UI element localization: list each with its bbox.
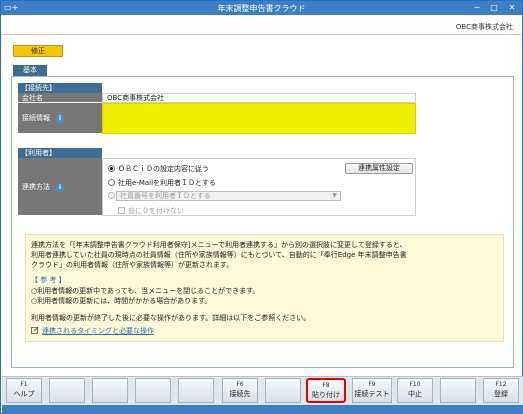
zero-prefix-checkbox: 前に０を付けない — [118, 206, 184, 216]
notice-line: クラウド」の利用者情報（住所や家族情報等）が更新されます。 — [31, 261, 234, 269]
window-title: 年末調整申告書クラウド — [217, 4, 306, 13]
mode-badge: 修正 — [13, 45, 63, 57]
radio-obcid[interactable]: ＯＢＣｉＤの設定内容に従う — [108, 164, 209, 174]
company-name-label: 会社名 — [18, 93, 102, 103]
close-icon[interactable]: ✕ — [505, 2, 519, 14]
f9-connection-test-button[interactable]: F9 接続テスト — [352, 378, 392, 403]
fkey-number: F1 — [20, 381, 28, 388]
connection-info-text: 接続情報 — [22, 114, 50, 122]
radio-obcid-label: ＯＢＣｉＤの設定内容に従う — [118, 165, 209, 173]
fkey-label: 貼り付け — [312, 391, 340, 399]
info-icon[interactable]: i — [56, 115, 64, 123]
radio-email-label: 社用e-Mailを利用者ＩＤとする — [118, 179, 216, 187]
f6-connection-button[interactable]: F6 接続先 — [222, 378, 258, 403]
company-name-value: OBC商事株式会社 — [102, 93, 416, 103]
employee-number-select-value: 社員番号を利用者ＩＤとする — [120, 192, 211, 200]
fkey-label: ヘルプ — [13, 390, 35, 398]
fkey-label: 中止 — [408, 390, 422, 398]
link-method-label: 連携方法 i — [18, 158, 102, 216]
f12-register-button[interactable]: F12 登録 — [483, 378, 519, 403]
fkey-label: 接続テスト — [354, 390, 390, 398]
fkey-number: F6 — [236, 381, 244, 388]
notice-line: 利用者連携していた社員の現時点の社員情報（住所や家族情報等）にもとづいて、自動的… — [31, 251, 407, 259]
fkey-label: 登録 — [494, 390, 508, 398]
fkey-label: 接続先 — [229, 390, 251, 398]
link-method-text: 連携方法 — [22, 183, 50, 191]
info-icon[interactable]: i — [56, 184, 64, 192]
reference-item: ○利用者情報の更新中であっても、当メニューを閉じることができます。 — [31, 287, 260, 295]
employee-number-select: 社員番号を利用者ＩＤとする ▼ — [116, 191, 341, 201]
reference-item: ○利用者情報の更新には、時間がかかる場合があります。 — [31, 297, 212, 305]
fkey-number: F10 — [409, 381, 421, 388]
f10-cancel-button[interactable]: F10 中止 — [397, 378, 433, 403]
f5-button[interactable] — [178, 378, 214, 403]
minimize-icon[interactable]: ─ — [470, 2, 484, 14]
radio-email[interactable]: 社用e-Mailを利用者ＩＤとする — [108, 178, 216, 188]
notice-line: 連携方法を「[年末調整申告書クラウド利用者保守]メニューで利用者連携する」から別… — [31, 241, 407, 249]
f3-button[interactable] — [92, 378, 128, 403]
fkey-number: F8 — [322, 382, 330, 389]
company-header: OBC商事株式会社 — [2, 15, 521, 35]
timing-link-row[interactable]: 連携されるタイミングと必要な操作 — [31, 326, 154, 336]
function-key-bar: F1 ヘルプ F6 接続先 F8 貼り付け F9 接続テスト F10 中止 F12 登録 — [2, 376, 523, 414]
notice-after-text: 利用者情報の更新が終了した後に必要な操作があります。詳細は以下をご参照ください。 — [31, 314, 311, 322]
fkey-number: F9 — [368, 381, 376, 388]
fkey-number: F12 — [495, 381, 507, 388]
radio-icon[interactable] — [108, 179, 115, 186]
f11-button[interactable] — [440, 378, 476, 403]
radio-icon — [108, 192, 115, 199]
notice-box: 連携方法を「[年末調整申告書クラウド利用者保守]メニューで利用者連携する」から別… — [25, 234, 504, 342]
company-name: OBC商事株式会社 — [455, 23, 513, 31]
connection-section-label: 【接続先】 — [18, 83, 102, 93]
status-strip — [2, 405, 523, 414]
connection-info-label: 接続情報 i — [18, 103, 102, 134]
tab-basic[interactable]: 基本 — [13, 65, 47, 76]
f4-button[interactable] — [135, 378, 171, 403]
f1-help-button[interactable]: F1 ヘルプ — [6, 378, 42, 403]
edit-icon — [31, 326, 39, 334]
zero-prefix-label: 前に０を付けない — [128, 207, 184, 215]
radio-icon[interactable] — [108, 165, 115, 172]
f2-button[interactable] — [49, 378, 85, 403]
link-attribute-settings-button[interactable]: 連携属性設定 — [345, 163, 413, 174]
f7-button[interactable] — [265, 378, 301, 403]
reference-title: 【 参 考 】 — [31, 276, 66, 284]
connection-info-value[interactable] — [102, 103, 416, 134]
timing-link[interactable]: 連携されるタイミングと必要な操作 — [42, 327, 154, 335]
checkbox-icon — [118, 207, 125, 214]
chevron-down-icon: ▼ — [332, 192, 337, 199]
title-bar: ▭+ 年末調整申告書クラウド ─ □ ✕ — [1, 1, 522, 15]
user-section-label: 【利用者】 — [18, 148, 102, 158]
f8-paste-button[interactable]: F8 貼り付け — [306, 378, 346, 403]
maximize-icon[interactable]: □ — [487, 2, 501, 14]
app-window: ▭+ 年末調整申告書クラウド ─ □ ✕ OBC商事株式会社 修正 基本 【接続… — [0, 0, 523, 414]
